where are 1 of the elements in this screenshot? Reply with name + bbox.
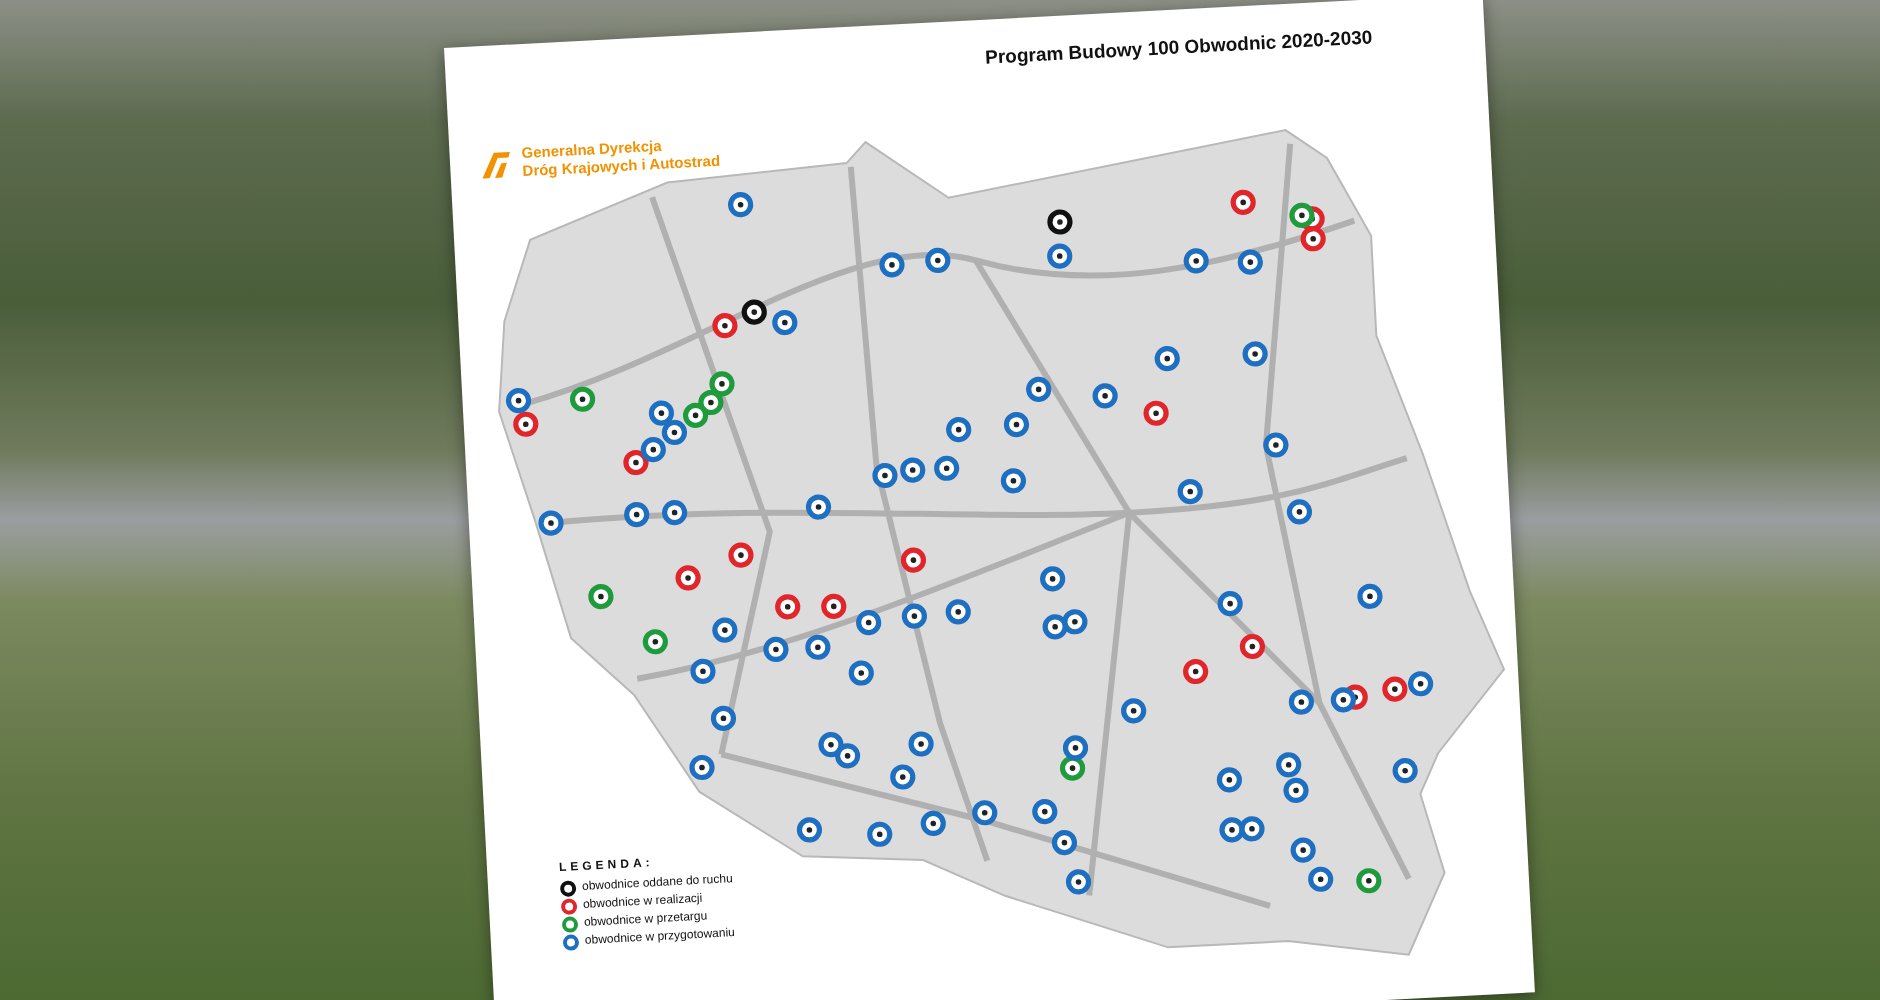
poster-title: Program Budowy 100 Obwodnic 2020-2030 [984,27,1373,70]
